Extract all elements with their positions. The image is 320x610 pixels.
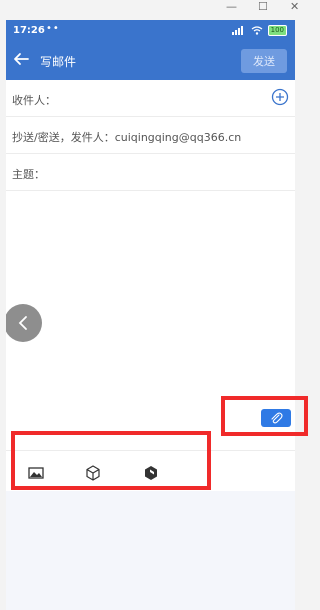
to-field[interactable]: 收件人：: [6, 80, 295, 117]
maximize-button[interactable]: ☐: [258, 0, 268, 14]
to-label: 收件人：: [12, 94, 56, 107]
subject-field[interactable]: 主题：: [6, 154, 295, 191]
subject-label: 主题：: [12, 168, 45, 181]
minimize-button[interactable]: —: [226, 0, 237, 14]
status-dots: ••: [46, 23, 60, 34]
page-title: 写邮件: [40, 55, 77, 69]
toolbar-highlight-box: [11, 431, 211, 490]
signal-icon: [231, 26, 243, 35]
battery-indicator: 100: [267, 25, 287, 36]
status-time: 17:26: [13, 25, 45, 36]
app-bar: 写邮件 发送: [6, 42, 295, 80]
back-arrow-icon[interactable]: [12, 50, 30, 68]
attach-highlight-box: [221, 396, 308, 436]
chevron-left-icon: [18, 316, 27, 330]
send-button[interactable]: 发送: [241, 49, 287, 73]
wifi-icon: [251, 26, 262, 35]
status-indicators: 100: [231, 25, 287, 36]
cc-bcc-sender-label: 抄送/密送，发件人：cuiqingqing@qq366.cn: [12, 131, 242, 144]
close-button[interactable]: ✕: [290, 0, 299, 14]
phone-screen: 17:26 •• 100 写邮件 发送 收件人： 抄送/密送，发件人：cuiqi…: [6, 20, 295, 610]
cc-bcc-sender-field[interactable]: 抄送/密送，发件人：cuiqingqing@qq366.cn: [6, 117, 295, 154]
window-controls: — ☐ ✕: [0, 0, 311, 16]
add-recipient-icon[interactable]: [271, 88, 289, 106]
status-bar: 17:26 •• 100: [6, 20, 295, 42]
